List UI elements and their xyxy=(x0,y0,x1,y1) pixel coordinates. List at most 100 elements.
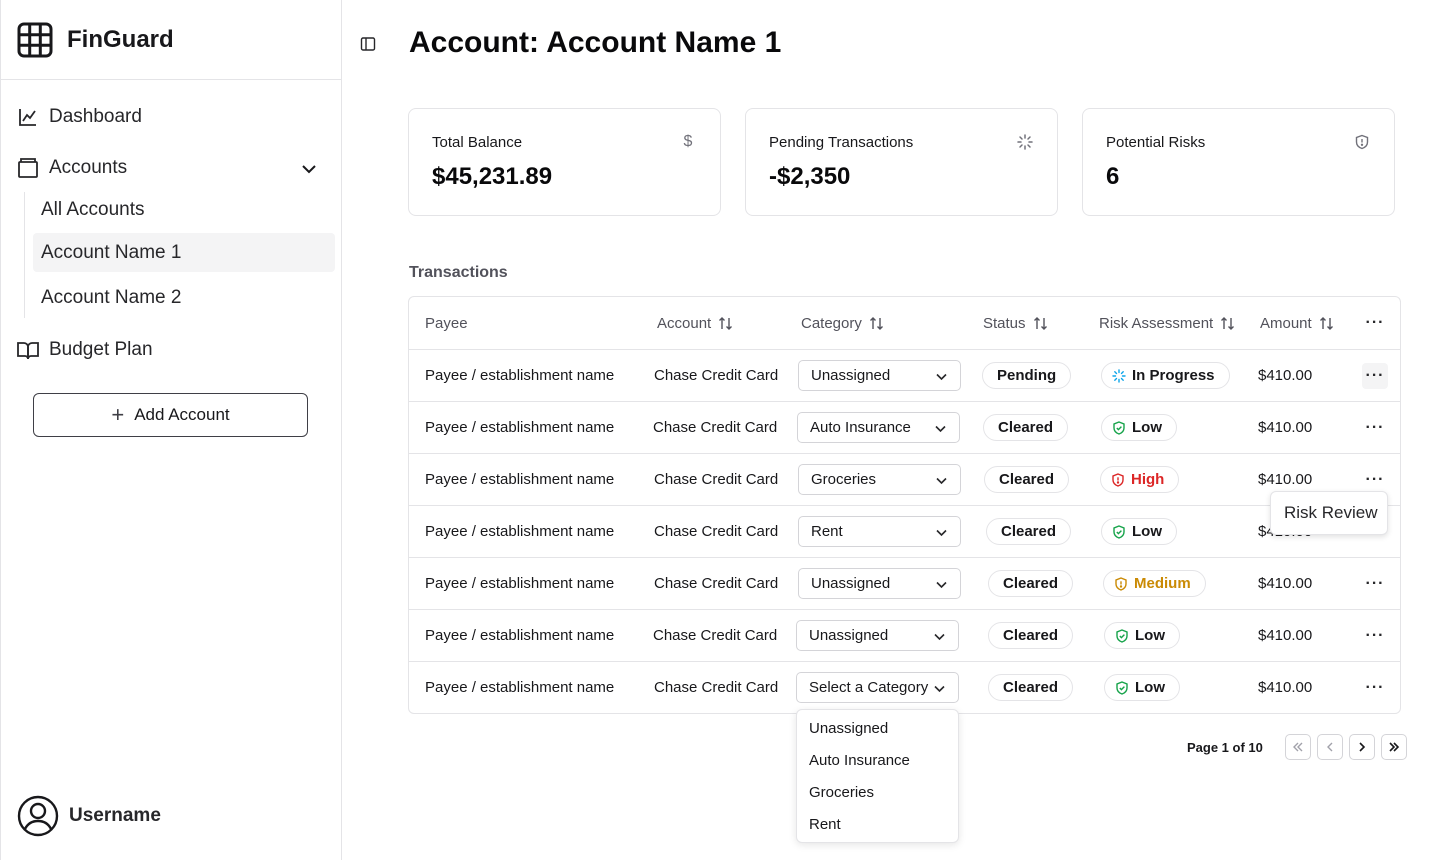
column-header-status[interactable]: Status xyxy=(983,315,1048,332)
sidebar-item-budget-plan[interactable]: Budget Plan xyxy=(17,339,153,361)
category-option[interactable]: Groceries xyxy=(797,784,958,816)
row-menu-button[interactable]: ··· xyxy=(1362,363,1388,389)
chevron-down-icon xyxy=(936,529,947,537)
last-page-button[interactable] xyxy=(1380,734,1407,760)
risk-badge: Low xyxy=(1101,518,1177,545)
shield-check-icon xyxy=(1113,420,1125,435)
table-row: Payee / establishment name Chase Credit … xyxy=(409,662,1400,714)
sort-icon xyxy=(869,317,883,330)
category-select[interactable]: Groceries xyxy=(798,464,961,495)
sort-icon xyxy=(1319,317,1333,330)
loader-icon xyxy=(1112,368,1126,383)
transactions-title: Transactions xyxy=(409,264,508,281)
page-title: Account: Account Name 1 xyxy=(409,26,782,59)
chevron-down-icon[interactable] xyxy=(299,159,319,179)
shield-alert-icon xyxy=(1112,472,1124,487)
shield-alert-icon xyxy=(1115,576,1127,591)
chevron-down-icon xyxy=(934,685,945,693)
add-account-button[interactable]: + Add Account xyxy=(33,393,308,437)
sidebar-item-dashboard[interactable]: Dashboard xyxy=(17,106,142,128)
category-select[interactable]: Rent xyxy=(798,516,961,547)
loader-icon xyxy=(1017,134,1033,150)
table-row: Payee / establishment name Chase Credit … xyxy=(409,402,1400,454)
table-row: Payee / establishment name Chase Credit … xyxy=(409,610,1400,662)
chevron-down-icon xyxy=(935,425,946,433)
table-row: Payee / establishment name Chase Credit … xyxy=(409,506,1400,558)
amount-cell: $410.00 xyxy=(1258,471,1313,488)
sidebar-subitem-all-accounts[interactable]: All Accounts xyxy=(33,190,335,229)
sidebar-subitem-account-1[interactable]: Account Name 1 xyxy=(33,233,335,272)
risk-badge: High xyxy=(1100,466,1180,493)
chevron-right-icon xyxy=(1359,742,1366,752)
row-menu-button[interactable]: ··· xyxy=(1362,415,1388,441)
sidebar-subitem-account-2[interactable]: Account Name 2 xyxy=(33,278,335,317)
next-page-button[interactable] xyxy=(1348,734,1375,760)
more-options-icon[interactable]: ··· xyxy=(1362,310,1388,336)
table-header: Payee Account Category Status Risk Asses… xyxy=(409,297,1400,350)
username: Username xyxy=(69,805,161,826)
user-avatar-icon xyxy=(17,795,59,837)
chevrons-left-icon xyxy=(1292,742,1303,752)
account-cell: Chase Credit Card xyxy=(654,367,779,384)
payee-cell: Payee / establishment name xyxy=(425,679,615,696)
chevron-down-icon xyxy=(936,581,947,589)
plus-icon: + xyxy=(111,402,125,427)
category-option[interactable]: Auto Insurance xyxy=(797,752,958,784)
shield-alert-icon xyxy=(1355,134,1369,150)
risk-badge: Medium xyxy=(1103,570,1206,597)
amount-cell: $410.00 xyxy=(1258,419,1313,436)
card-value: $45,231.89 xyxy=(432,163,553,190)
shield-check-icon xyxy=(1116,680,1128,695)
submenu-divider xyxy=(24,192,25,318)
account-cell: Chase Credit Card xyxy=(654,679,779,696)
status-badge: Pending xyxy=(982,362,1072,389)
risk-badge: Low xyxy=(1101,414,1177,441)
card-value: 6 xyxy=(1106,163,1120,190)
column-header-account[interactable]: Account xyxy=(657,315,733,332)
user-profile[interactable]: Username xyxy=(17,795,161,837)
sidebar-item-accounts[interactable]: Accounts xyxy=(17,157,329,179)
payee-cell: Payee / establishment name xyxy=(425,367,615,384)
risk-review-menu-item[interactable]: Risk Review xyxy=(1270,491,1388,535)
column-header-risk[interactable]: Risk Assessment xyxy=(1099,315,1235,332)
category-select[interactable]: Unassigned xyxy=(798,568,961,599)
sidebar-toggle-icon[interactable] xyxy=(360,36,376,52)
column-header-category[interactable]: Category xyxy=(801,315,884,332)
category-option[interactable]: Unassigned xyxy=(797,720,958,752)
category-select[interactable]: Auto Insurance xyxy=(797,412,960,443)
amount-cell: $410.00 xyxy=(1258,679,1313,696)
sidebar-item-label: Accounts xyxy=(49,157,128,178)
status-badge: Cleared xyxy=(988,622,1074,649)
status-badge: Cleared xyxy=(986,518,1072,545)
previous-page-button[interactable] xyxy=(1316,734,1343,760)
row-menu-button[interactable]: ··· xyxy=(1362,467,1388,493)
card-label: Total Balance xyxy=(432,134,523,151)
category-select[interactable]: Unassigned xyxy=(796,620,959,651)
chevron-down-icon xyxy=(936,477,947,485)
risk-badge: In Progress xyxy=(1101,362,1230,389)
category-option[interactable]: Rent xyxy=(797,816,958,848)
grid-logo-icon xyxy=(17,22,53,57)
chevron-down-icon xyxy=(936,373,947,381)
row-menu-button[interactable]: ··· xyxy=(1362,623,1388,649)
category-select[interactable]: Unassigned xyxy=(798,360,961,391)
chevron-left-icon xyxy=(1326,742,1333,752)
amount-cell: $410.00 xyxy=(1258,367,1313,384)
account-cell: Chase Credit Card xyxy=(653,419,778,436)
sidebar: FinGuard Dashboard Accounts All Accounts… xyxy=(0,0,342,860)
payee-cell: Payee / establishment name xyxy=(425,627,615,644)
card-label: Pending Transactions xyxy=(769,134,914,151)
row-menu-button[interactable]: ··· xyxy=(1362,675,1388,701)
column-header-amount[interactable]: Amount xyxy=(1260,315,1334,332)
chevrons-right-icon xyxy=(1389,742,1400,752)
first-page-button[interactable] xyxy=(1284,734,1311,760)
book-open-icon xyxy=(17,342,39,360)
column-header-payee[interactable]: Payee xyxy=(425,315,468,332)
shield-check-icon xyxy=(1116,628,1128,643)
row-menu-button[interactable]: ··· xyxy=(1362,571,1388,597)
category-select-open[interactable]: Select a Category xyxy=(796,672,959,703)
amount-cell: $410.00 xyxy=(1258,575,1313,592)
sort-icon xyxy=(719,317,733,330)
sidebar-item-label: Dashboard xyxy=(49,106,142,127)
sort-icon xyxy=(1221,317,1235,330)
